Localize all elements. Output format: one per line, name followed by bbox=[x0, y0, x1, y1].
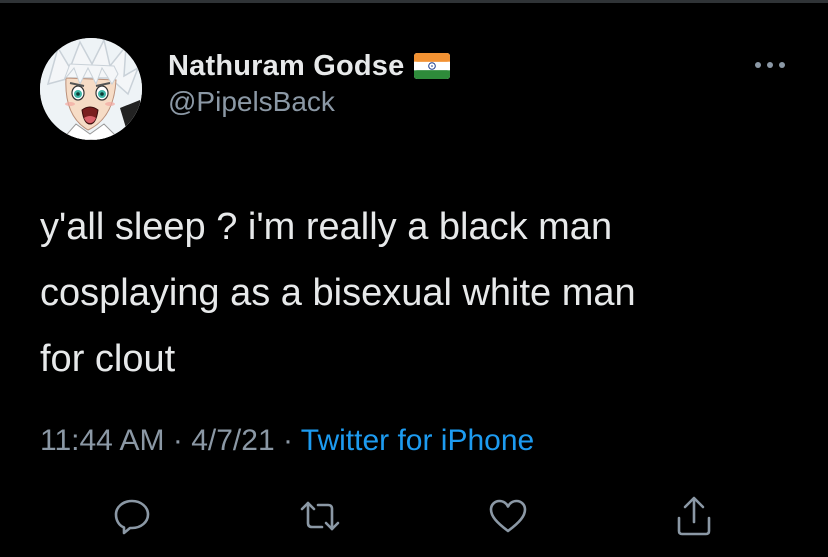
top-divider bbox=[0, 0, 828, 3]
tweet-meta: 11:44 AM · 4/7/21 · Twitter for iPhone bbox=[40, 424, 534, 458]
handle[interactable]: @PipelsBack bbox=[168, 86, 335, 118]
tweet-date: 4/7/21 bbox=[191, 424, 275, 457]
retweet-button[interactable] bbox=[298, 494, 342, 538]
tweet-source-link[interactable]: Twitter for iPhone bbox=[301, 424, 534, 457]
reply-icon bbox=[114, 499, 150, 535]
share-icon bbox=[677, 496, 711, 536]
meta-separator: · bbox=[172, 424, 183, 457]
reply-button[interactable] bbox=[110, 494, 154, 538]
tweet-actions bbox=[0, 494, 828, 538]
retweet-icon bbox=[300, 501, 340, 531]
display-name[interactable]: Nathuram Godse bbox=[168, 50, 404, 83]
share-button[interactable] bbox=[672, 494, 716, 538]
avatar[interactable] bbox=[40, 38, 142, 140]
tweet-text: y'all sleep ? i'm really a black man cos… bbox=[40, 206, 636, 380]
tweet-time: 11:44 AM bbox=[40, 424, 165, 457]
author-name-row[interactable]: Nathuram Godse bbox=[168, 46, 451, 86]
india-flag-icon bbox=[414, 53, 451, 79]
meta-separator: · bbox=[282, 424, 293, 457]
like-icon bbox=[489, 499, 527, 533]
like-button[interactable] bbox=[486, 494, 530, 538]
anime-avatar-image bbox=[40, 38, 142, 140]
more-options-icon[interactable] bbox=[750, 50, 790, 80]
